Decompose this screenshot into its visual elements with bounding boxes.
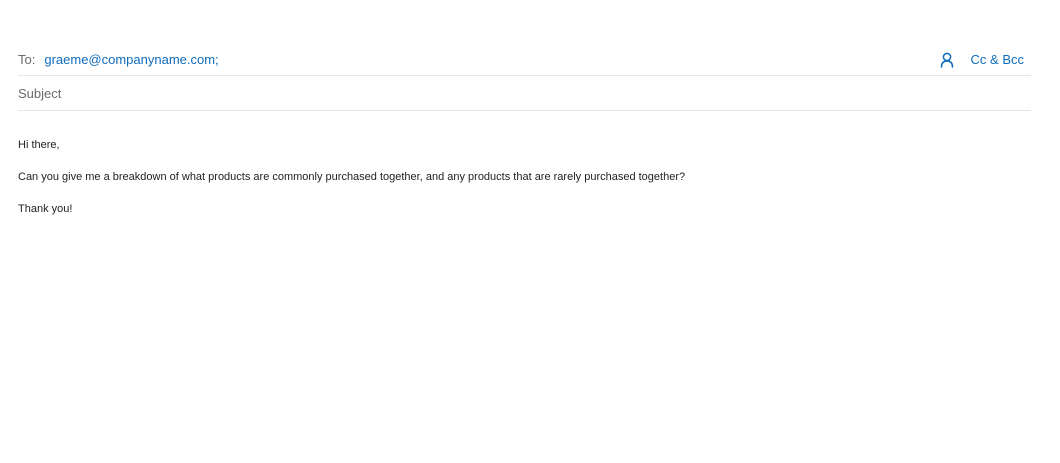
message-body[interactable]: Hi there, Can you give me a breakdown of… — [18, 138, 1031, 216]
body-signoff: Thank you! — [18, 203, 73, 215]
recipient-tools: Cc & Bcc — [940, 43, 1024, 76]
recipient-chip[interactable]: graeme@companyname.com; — [44, 52, 218, 67]
person-icon[interactable] — [940, 52, 954, 68]
subject-input[interactable] — [18, 85, 998, 101]
compose-form: To: graeme@companyname.com; Cc & Bcc Hi … — [18, 43, 1031, 234]
to-label: To: — [18, 51, 36, 67]
cc-bcc-link[interactable]: Cc & Bcc — [971, 52, 1024, 67]
to-field-row[interactable]: To: graeme@companyname.com; Cc & Bcc — [18, 43, 1031, 76]
body-message: Can you give me a breakdown of what prod… — [18, 171, 686, 183]
body-greeting: Hi there, — [18, 139, 60, 151]
subject-field-row[interactable] — [18, 76, 1031, 111]
